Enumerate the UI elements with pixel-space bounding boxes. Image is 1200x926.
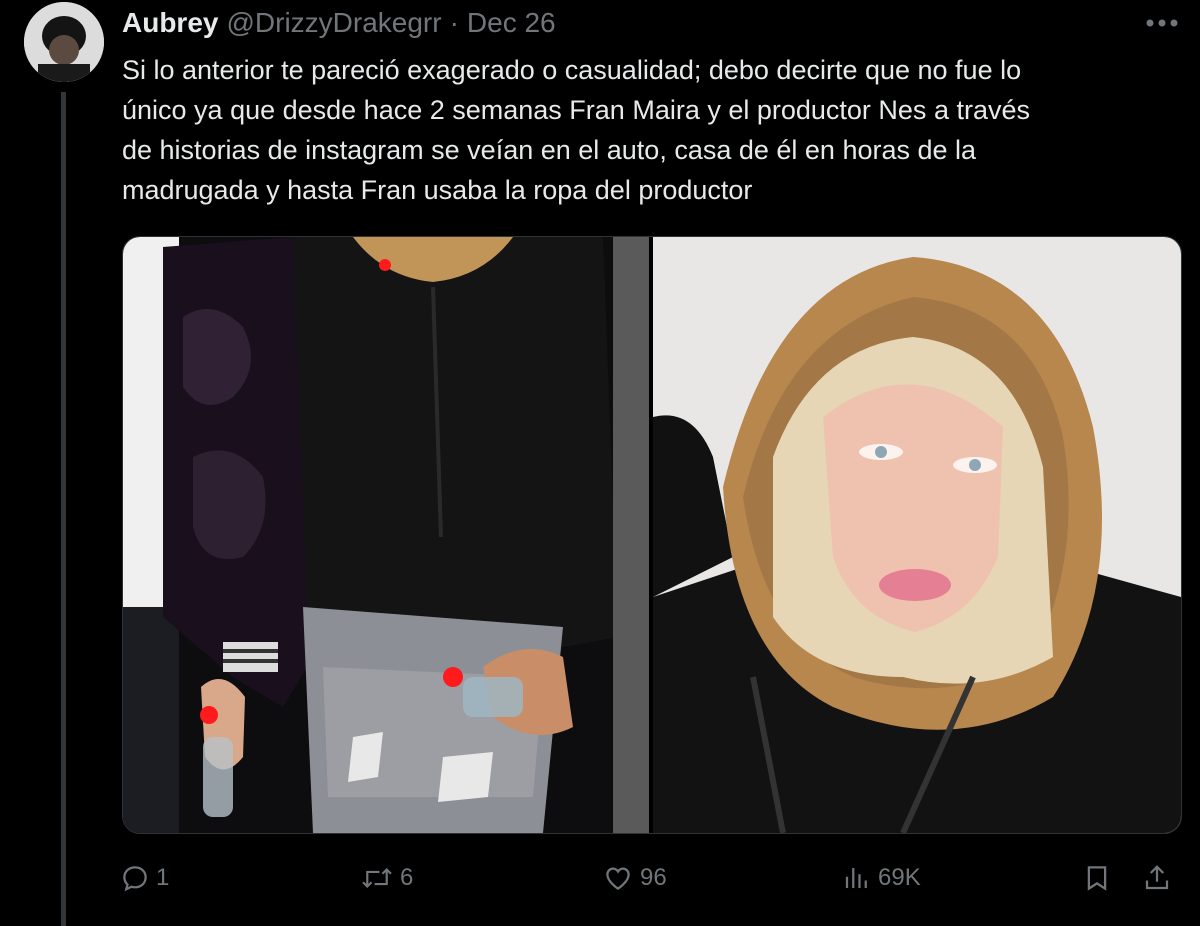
bookmark-icon [1087,866,1107,891]
tweet: Aubrey @DrizzyDrakegrr · Dec 26 Si lo an… [0,0,1200,926]
tweet-text: Si lo anterior te pareció exagerado o ca… [122,55,1030,205]
media-photo-right[interactable] [653,237,1181,833]
like-button[interactable]: 96 [602,858,667,898]
more-horizontal-icon [1146,19,1178,27]
avatar[interactable] [24,2,104,82]
tweet-actions: 1 6 96 69K [120,858,1182,898]
separator: · [449,7,459,38]
repost-icon [362,867,392,889]
tweet-date[interactable]: Dec 26 [467,7,556,39]
reply-count: 1 [156,864,170,891]
bookmark-button[interactable] [1082,858,1112,898]
author-name[interactable]: Aubrey [122,7,218,39]
media-photo-left[interactable] [123,237,649,833]
reply-icon [123,866,147,892]
views-count: 69K [878,864,921,891]
more-options-button[interactable] [1142,6,1182,40]
media-grid [122,236,1182,834]
repost-count: 6 [400,864,414,891]
reply-button[interactable]: 1 [120,858,169,898]
author-handle[interactable]: @DrizzyDrakegrr [226,7,441,39]
views-button[interactable]: 69K [842,858,921,898]
heart-icon [606,867,630,890]
tweet-header: Aubrey @DrizzyDrakegrr · Dec 26 [122,5,556,41]
views-icon [845,868,867,888]
share-icon [1145,865,1169,890]
thread-line [61,92,66,926]
share-button[interactable] [1142,858,1172,898]
like-count: 96 [640,864,667,891]
repost-button[interactable]: 6 [360,858,413,898]
